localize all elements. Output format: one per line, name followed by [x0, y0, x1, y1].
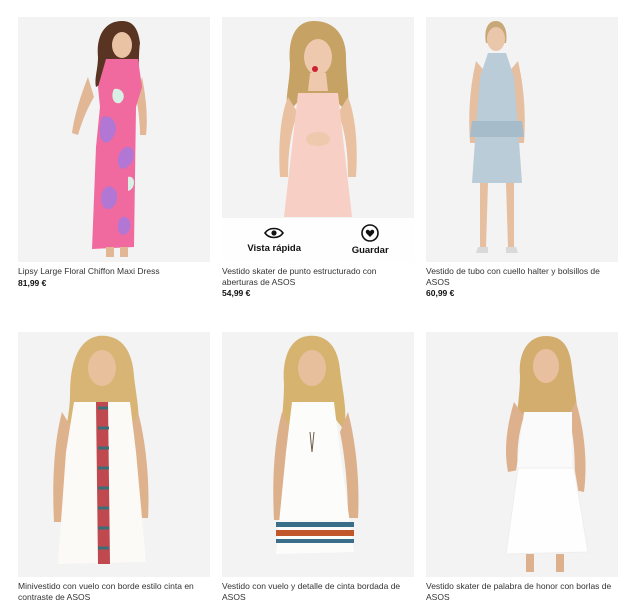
- product-title[interactable]: Vestido skater de punto estructurado con…: [222, 266, 414, 287]
- model-photo: [273, 335, 359, 554]
- product-card[interactable]: Vestido con vuelo y detalle de cinta bor…: [222, 332, 414, 602]
- product-image[interactable]: [18, 17, 210, 262]
- product-price: 81,99 €: [18, 277, 47, 288]
- product-image[interactable]: Vista rápida Guardar: [222, 17, 414, 262]
- model-photo: [469, 21, 525, 253]
- product-card[interactable]: Vestido skater de palabra de honor con b…: [426, 332, 618, 602]
- product-title[interactable]: Minivestido con vuelo con borde estilo c…: [18, 581, 210, 602]
- product-title[interactable]: Vestido skater de palabra de honor con b…: [426, 581, 618, 602]
- model-photo: [72, 21, 147, 257]
- product-card[interactable]: Vestido de tubo con cuello halter y bols…: [426, 17, 618, 298]
- product-image[interactable]: [426, 332, 618, 577]
- product-image[interactable]: [222, 332, 414, 577]
- quick-actions-overlay: Vista rápida Guardar: [222, 218, 414, 262]
- quick-view-button[interactable]: Vista rápida: [247, 226, 301, 254]
- product-card[interactable]: Minivestido con vuelo con borde estilo c…: [18, 332, 210, 602]
- quick-view-label: Vista rápida: [247, 243, 302, 254]
- eye-icon: [264, 227, 285, 239]
- product-price: 60,99 €: [426, 288, 455, 298]
- heart-icon: [361, 224, 379, 242]
- save-button[interactable]: Guardar: [352, 224, 389, 256]
- product-image[interactable]: [18, 332, 210, 577]
- product-card[interactable]: Vista rápida Guardar Vestido skater de p…: [222, 17, 414, 298]
- save-label: Guardar: [351, 245, 389, 256]
- product-image[interactable]: [426, 17, 618, 262]
- product-title[interactable]: Vestido con vuelo y detalle de cinta bor…: [222, 581, 414, 602]
- model-photo: [505, 336, 589, 572]
- product-card[interactable]: Lipsy Large Floral Chiffon Maxi Dress 81…: [18, 17, 210, 288]
- product-title[interactable]: Lipsy Large Floral Chiffon Maxi Dress: [18, 266, 210, 277]
- model-photo: [53, 335, 149, 564]
- product-price: 54,99 €: [222, 288, 251, 298]
- product-title[interactable]: Vestido de tubo con cuello halter y bols…: [426, 266, 618, 287]
